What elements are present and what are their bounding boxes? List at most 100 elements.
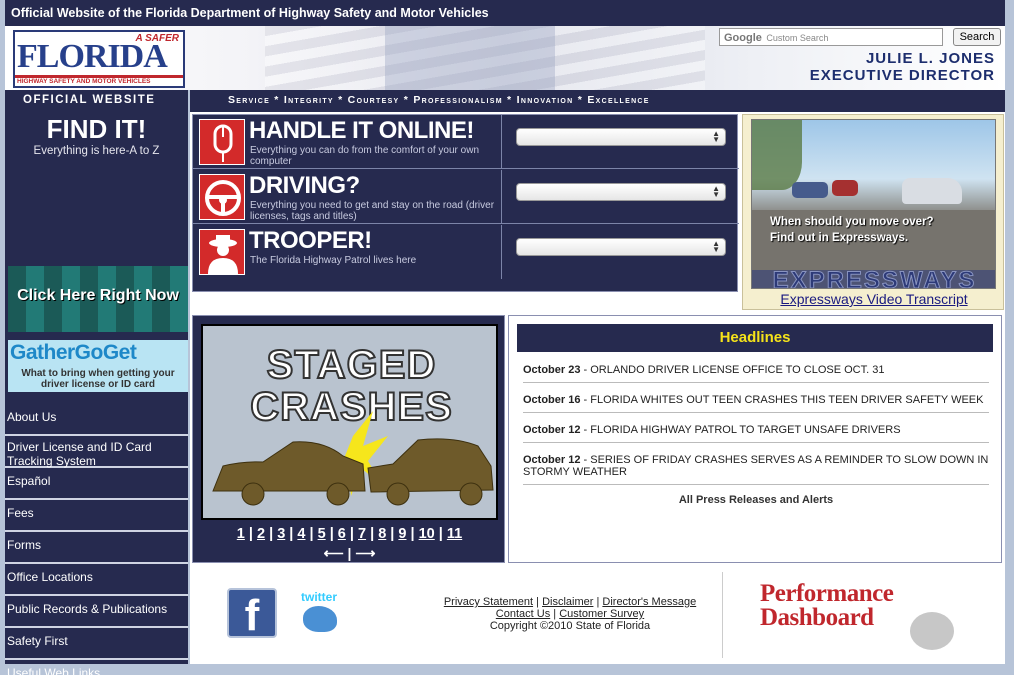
click-here-banner[interactable]: Click Here Right Now <box>8 266 188 332</box>
twitter-icon[interactable]: twitter <box>293 590 345 638</box>
task-title: DRIVING? <box>249 172 360 199</box>
gathergoget-subtitle: What to bring when getting your driver l… <box>21 368 175 390</box>
sidebar-item-office-locations[interactable]: Office Locations <box>5 564 188 596</box>
logo-name: FLORIDA <box>17 38 168 75</box>
site-title: Official Website of the Florida Departme… <box>11 6 489 20</box>
task-title: TROOPER! <box>249 227 372 254</box>
video-caption-line2: Find out in Expressways. <box>770 232 909 244</box>
contact-us-link[interactable]: Contact Us <box>496 608 550 620</box>
privacy-link[interactable]: Privacy Statement <box>444 596 533 608</box>
sidebar-item-public-records[interactable]: Public Records & Publications <box>5 596 188 628</box>
twitter-bird-icon <box>303 606 337 632</box>
expressways-video: When should you move over? Find out in E… <box>742 114 1004 310</box>
performance-dashboard-logo[interactable]: Performance Dashboard <box>760 581 960 652</box>
headlines-panel: Headlines October 23 - ORLANDO DRIVER LI… <box>508 315 1002 563</box>
trooper-select[interactable]: ▲ ▼ <box>516 238 726 256</box>
headline-date: October 23 <box>523 364 581 376</box>
online-select[interactable]: ▲ ▼ <box>516 128 726 146</box>
footer-links-row1: Privacy Statement | Disclaimer | Directo… <box>443 596 697 608</box>
all-press-releases-link[interactable]: All Press Releases and Alerts <box>509 494 1003 506</box>
driving-select[interactable]: ▲ ▼ <box>516 183 726 201</box>
headline-item[interactable]: October 12 - FLORIDA HIGHWAY PATROL TO T… <box>523 424 989 443</box>
find-it-title: FIND IT! <box>46 114 147 144</box>
task-row-trooper: TROOPER! The Florida Highway Patrol live… <box>193 225 739 279</box>
divider <box>501 170 502 224</box>
headline-item[interactable]: October 16 - FLORIDA WHITES OUT TEEN CRA… <box>523 394 989 413</box>
task-title: HANDLE IT ONLINE! <box>249 117 474 144</box>
expressways-transcript-link[interactable]: Expressways Video Transcript <box>743 291 1005 307</box>
sidebar-item-useful-web-links[interactable]: Useful Web Links <box>5 660 188 675</box>
search-button[interactable]: Search <box>953 28 1001 46</box>
page-link[interactable]: 2 <box>257 526 265 542</box>
page-link[interactable]: 4 <box>297 526 305 542</box>
copyright: Copyright ©2010 State of Florida <box>489 620 651 632</box>
tree-graphic <box>752 120 802 190</box>
page-link[interactable]: 5 <box>318 526 326 542</box>
task-row-driving: DRIVING? Everything you need to get and … <box>193 170 739 224</box>
headline-item[interactable]: October 23 - ORLANDO DRIVER LICENSE OFFI… <box>523 364 989 383</box>
gathergoget-banner[interactable]: GatherGoGet What to bring when getting y… <box>8 340 188 392</box>
headline-date: October 12 <box>523 454 581 466</box>
footer-links-row2: Contact Us | Customer Survey <box>495 608 645 620</box>
sidebar-item-fees[interactable]: Fees <box>5 500 188 532</box>
page: Official Website of the Florida Departme… <box>0 0 1014 675</box>
disclaimer-link[interactable]: Disclaimer <box>542 596 593 608</box>
page-link[interactable]: 7 <box>358 526 366 542</box>
staged-pagination: 1 | 2 | 3 | 4 | 5 | 6 | 7 | 8 | 9 | 10 |… <box>236 526 463 542</box>
search-input[interactable]: Google Custom Search <box>719 28 943 46</box>
video-caption: When should you move over? Find out in E… <box>770 214 934 246</box>
sidebar-item-dl-tracking[interactable]: Driver License and ID Card Tracking Syst… <box>5 436 188 468</box>
gathergoget-title: GatherGoGet <box>10 341 137 364</box>
top-banner: Official Website of the Florida Departme… <box>5 0 1005 26</box>
video-caption-line1: When should you move over? <box>770 216 934 228</box>
car-graphic <box>792 182 828 198</box>
search-placeholder: Custom Search <box>766 33 829 43</box>
director-title: EXECUTIVE DIRECTOR <box>809 67 995 84</box>
page-link[interactable]: 1 <box>237 526 245 542</box>
page-link[interactable]: 10 <box>419 526 435 542</box>
task-row-online: HANDLE IT ONLINE! Everything you can do … <box>193 115 739 169</box>
find-it-subtitle: Everything is here-A to Z <box>33 145 160 157</box>
staged-crashes-image[interactable]: STAGED CRASHES <box>201 324 498 520</box>
sidebar-item-safety-first[interactable]: Safety First <box>5 628 188 660</box>
page-link[interactable]: 9 <box>398 526 406 542</box>
headline-text: FLORIDA WHITES OUT TEEN CRASHES THIS TEE… <box>590 394 984 406</box>
find-it-link[interactable]: FIND IT! Everything is here-A to Z <box>5 114 188 157</box>
headline-date: October 16 <box>523 394 581 406</box>
expressways-video-thumbnail[interactable]: When should you move over? Find out in E… <box>751 119 996 289</box>
sidebar-item-forms[interactable]: Forms <box>5 532 188 564</box>
customer-survey-link[interactable]: Customer Survey <box>559 608 644 620</box>
sidebar-item-espanol[interactable]: Español <box>5 468 188 500</box>
task-desc: Everything you can do from the comfort o… <box>250 145 479 167</box>
florida-logo[interactable]: A SAFER FLORIDA HIGHWAY SAFETY AND MOTOR… <box>13 30 185 88</box>
headline-text: FLORIDA HIGHWAY PATROL TO TARGET UNSAFE … <box>590 424 901 436</box>
mouse-icon <box>199 119 245 165</box>
headline-text: SERIES OF FRIDAY CRASHES SERVES AS A REM… <box>523 454 989 478</box>
gear-icon <box>910 612 954 650</box>
select-arrows-icon: ▲ ▼ <box>712 239 720 254</box>
prev-arrow-icon[interactable]: ⟵ <box>324 545 344 561</box>
director-name: JULIE L. JONES <box>865 50 995 67</box>
select-arrows-icon: ▲ ▼ <box>712 184 720 199</box>
directors-message-link[interactable]: Director's Message <box>602 596 696 608</box>
footer: f twitter Privacy Statement | Disclaimer… <box>190 568 1005 664</box>
sidebar: OFFICIAL WEBSITE FIND IT! Everything is … <box>5 90 188 675</box>
page-link[interactable]: 11 <box>447 526 462 542</box>
car-graphic <box>902 178 962 204</box>
headline-text: ORLANDO DRIVER LICENSE OFFICE TO CLOSE O… <box>590 364 885 376</box>
facebook-icon[interactable]: f <box>227 588 277 640</box>
headline-date: October 12 <box>523 424 581 436</box>
headline-item[interactable]: October 12 - SERIES OF FRIDAY CRASHES SE… <box>523 454 989 485</box>
logo-subtitle: HIGHWAY SAFETY AND MOTOR VEHICLES <box>17 78 151 85</box>
page-link[interactable]: 3 <box>277 526 285 542</box>
slide-arrows: ⟵ | ⟶ <box>323 545 376 561</box>
next-arrow-icon[interactable]: ⟶ <box>355 545 375 561</box>
task-panel: HANDLE IT ONLINE! Everything you can do … <box>192 114 739 292</box>
google-logo: Google <box>724 32 762 44</box>
sidebar-item-about-us[interactable]: About Us <box>5 404 188 436</box>
crash-cars-graphic <box>212 411 494 506</box>
page-link[interactable]: 8 <box>378 526 386 542</box>
page-link[interactable]: 6 <box>338 526 346 542</box>
click-here-label: Click Here Right Now <box>17 287 179 304</box>
footer-links: Privacy Statement | Disclaimer | Directo… <box>390 596 750 632</box>
